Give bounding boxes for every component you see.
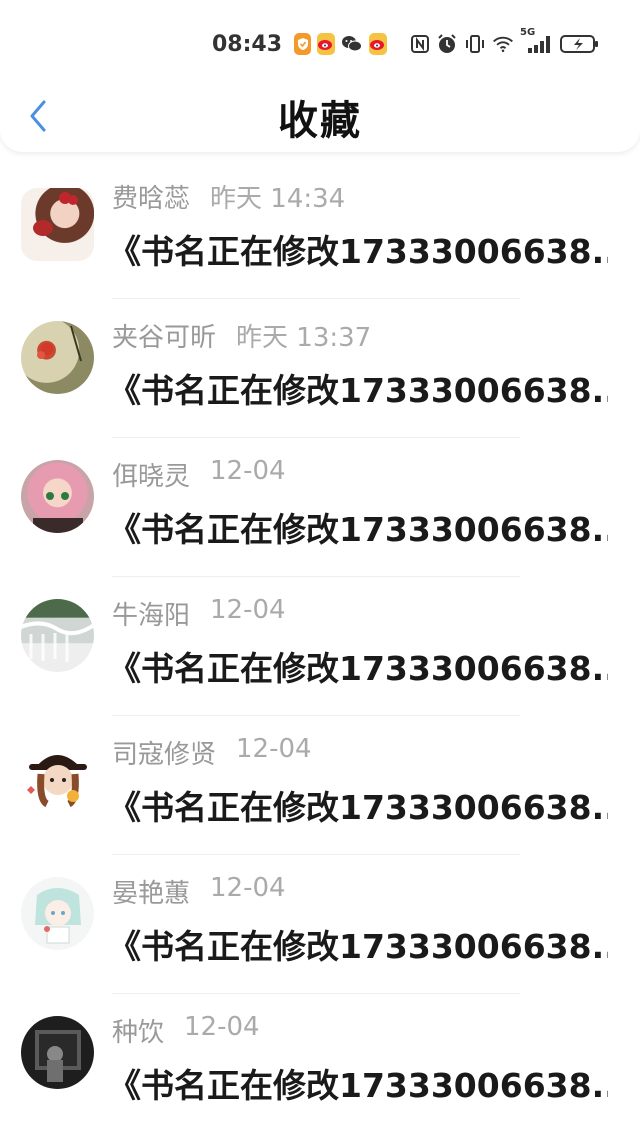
list-item[interactable]: 晏艳蕙 12-04 《书名正在修改17333006638... xyxy=(0,855,640,994)
item-meta: 司寇修贤 12-04 xyxy=(112,734,312,771)
list-item[interactable]: 司寇修贤 12-04 《书名正在修改17333006638... xyxy=(0,716,640,855)
author-name: 司寇修贤 xyxy=(112,740,217,770)
author-name: 晏艳蕙 xyxy=(112,879,191,909)
signal-5g-icon: 5G xyxy=(520,27,554,55)
list-item[interactable]: 种饮 12-04 《书名正在修改17333006638... xyxy=(0,994,640,1133)
wifi-icon xyxy=(492,33,514,55)
book-title[interactable]: 《书名正在修改17333006638... xyxy=(108,781,608,829)
book-title[interactable]: 《书名正在修改17333006638... xyxy=(108,1059,608,1107)
network-type-label: 5G xyxy=(520,27,536,38)
wechat-icon xyxy=(341,33,363,55)
item-time: 12-04 xyxy=(210,456,286,486)
item-time: 12-04 xyxy=(210,595,286,625)
book-title[interactable]: 《书名正在修改17333006638... xyxy=(108,920,608,968)
author-name: 佴晓灵 xyxy=(112,462,191,492)
item-time: 12-04 xyxy=(184,1012,260,1042)
status-time: 08:43 xyxy=(212,31,283,57)
avatar xyxy=(21,599,94,672)
author-name: 牛海阳 xyxy=(112,601,191,631)
item-meta: 佴晓灵 12-04 xyxy=(112,456,286,493)
avatar xyxy=(21,321,94,394)
author-name: 费晗蕊 xyxy=(112,184,191,214)
list-item[interactable]: 牛海阳 12-04 《书名正在修改17333006638... xyxy=(0,577,640,716)
item-time: 昨天 13:37 xyxy=(236,323,372,353)
book-title[interactable]: 《书名正在修改17333006638... xyxy=(108,225,608,273)
author-name: 夹谷可昕 xyxy=(112,323,217,353)
book-title[interactable]: 《书名正在修改17333006638... xyxy=(108,642,608,690)
item-meta: 晏艳蕙 12-04 xyxy=(112,873,286,910)
item-time: 12-04 xyxy=(236,734,312,764)
status-bar: 08:43 5G xyxy=(212,26,600,62)
top-bar: 08:43 5G 收藏 xyxy=(0,0,640,152)
alarm-icon xyxy=(436,33,458,55)
item-meta: 费晗蕊 昨天 14:34 xyxy=(112,178,345,215)
author-name: 种饮 xyxy=(112,1018,165,1048)
battery-charging-icon xyxy=(560,33,600,55)
list-item[interactable]: 夹谷可昕 昨天 13:37 《书名正在修改17333006638... xyxy=(0,299,640,438)
weibo-app-icon xyxy=(317,33,336,55)
avatar xyxy=(21,460,94,533)
book-title[interactable]: 《书名正在修改17333006638... xyxy=(108,503,608,551)
list-item[interactable]: 费晗蕊 昨天 14:34 《书名正在修改17333006638... xyxy=(0,160,640,299)
page-title: 收藏 xyxy=(278,98,362,144)
favorites-list: 费晗蕊 昨天 14:34 《书名正在修改17333006638... 夹谷可昕 … xyxy=(0,160,640,1133)
shield-app-icon xyxy=(294,33,312,55)
item-meta: 牛海阳 12-04 xyxy=(112,595,286,632)
avatar xyxy=(21,1016,94,1089)
weibo-app-icon-2 xyxy=(369,33,388,55)
vibrate-icon xyxy=(464,33,486,55)
item-time: 昨天 14:34 xyxy=(210,184,346,214)
nfc-icon xyxy=(410,33,430,55)
item-meta: 种饮 12-04 xyxy=(112,1012,260,1049)
item-time: 12-04 xyxy=(210,873,286,903)
book-title[interactable]: 《书名正在修改17333006638... xyxy=(108,364,608,412)
item-meta: 夹谷可昕 昨天 13:37 xyxy=(112,317,371,354)
avatar xyxy=(21,188,94,261)
avatar xyxy=(21,738,94,811)
avatar xyxy=(21,877,94,950)
list-item[interactable]: 佴晓灵 12-04 《书名正在修改17333006638... xyxy=(0,438,640,577)
